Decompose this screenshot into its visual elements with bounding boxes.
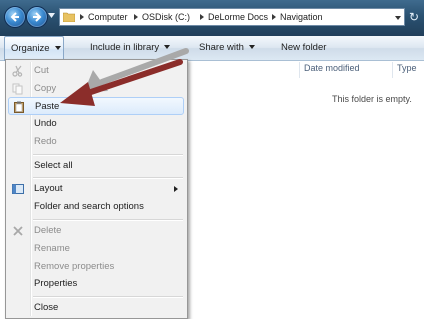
back-button[interactable] bbox=[4, 6, 26, 28]
menu-item-label: Folder and search options bbox=[34, 201, 144, 212]
breadcrumb-computer[interactable]: Computer bbox=[88, 12, 128, 22]
organize-label: Organize bbox=[11, 43, 50, 54]
include-in-library-label: Include in library bbox=[90, 42, 160, 53]
forward-arrow-icon bbox=[33, 12, 42, 22]
menu-item-close[interactable]: Close bbox=[8, 299, 184, 317]
share-with-button[interactable]: Share with bbox=[193, 36, 261, 60]
menu-item-select-all[interactable]: Select all bbox=[8, 157, 184, 175]
menu-item-label: Properties bbox=[34, 278, 78, 289]
empty-folder-message: This folder is empty. bbox=[332, 94, 412, 104]
menu-item-label: Select all bbox=[34, 160, 73, 171]
scissors-icon bbox=[12, 65, 23, 77]
menu-item-label: Delete bbox=[34, 225, 62, 236]
menu-item-delete[interactable]: Delete bbox=[8, 222, 184, 240]
menu-item-rename[interactable]: Rename bbox=[8, 240, 184, 258]
menu-item-label: Cut bbox=[34, 65, 49, 76]
menu-separator bbox=[33, 177, 183, 179]
column-header-date-modified[interactable]: Date modified bbox=[304, 63, 360, 77]
chevron-down-icon bbox=[54, 46, 61, 51]
menu-item-label: Paste bbox=[35, 101, 60, 112]
menu-item-remove-properties[interactable]: Remove properties bbox=[8, 258, 184, 276]
organize-button[interactable]: Organize bbox=[4, 36, 64, 61]
menu-item-copy[interactable]: Copy bbox=[8, 80, 184, 98]
menu-item-label: Copy bbox=[34, 83, 57, 94]
column-header-type[interactable]: Type bbox=[397, 63, 417, 77]
folder-icon bbox=[63, 12, 75, 22]
chevron-down-icon bbox=[164, 45, 171, 50]
column-separator bbox=[299, 62, 300, 78]
delete-x-icon bbox=[13, 226, 23, 236]
menu-item-paste[interactable]: Paste bbox=[8, 97, 184, 115]
back-arrow-icon bbox=[10, 12, 19, 22]
menu-item-redo[interactable]: Redo bbox=[8, 133, 184, 151]
menu-item-undo[interactable]: Undo bbox=[8, 115, 184, 133]
refresh-icon: ↻ bbox=[408, 10, 420, 24]
command-bar: Organize Include in library Share with N… bbox=[0, 36, 424, 61]
refresh-button[interactable]: ↻ bbox=[407, 9, 421, 25]
new-folder-button[interactable]: New folder bbox=[275, 36, 332, 60]
window-chrome: Computer OSDisk (C:) DeLorme Docs Naviga… bbox=[0, 0, 424, 36]
share-with-label: Share with bbox=[199, 42, 244, 53]
clipboard-icon bbox=[14, 101, 24, 113]
forward-button[interactable] bbox=[26, 6, 48, 28]
breadcrumb-separator-icon[interactable] bbox=[272, 14, 276, 20]
breadcrumb-osdisk[interactable]: OSDisk (C:) bbox=[142, 12, 190, 22]
menu-item-label: Redo bbox=[34, 136, 57, 147]
breadcrumb-separator-icon[interactable] bbox=[134, 14, 138, 20]
menu-separator bbox=[33, 219, 183, 221]
menu-separator bbox=[33, 296, 183, 298]
include-in-library-button[interactable]: Include in library bbox=[84, 36, 176, 60]
breadcrumb-separator-icon[interactable] bbox=[200, 14, 204, 20]
layout-icon bbox=[12, 184, 24, 194]
column-separator bbox=[392, 62, 393, 78]
menu-item-properties[interactable]: Properties bbox=[8, 275, 184, 293]
copy-icon bbox=[12, 83, 23, 95]
breadcrumb-delorme-docs[interactable]: DeLorme Docs bbox=[208, 12, 268, 22]
breadcrumb-separator-icon[interactable] bbox=[80, 14, 84, 20]
organize-menu: Cut Copy Paste Undo Redo Select all Layo… bbox=[5, 59, 188, 319]
menu-item-label: Close bbox=[34, 302, 59, 313]
chevron-down-icon bbox=[248, 45, 255, 50]
recent-pages-chevron-icon[interactable] bbox=[48, 13, 55, 18]
address-bar[interactable]: Computer OSDisk (C:) DeLorme Docs Naviga… bbox=[59, 8, 405, 26]
menu-item-label: Undo bbox=[34, 118, 57, 129]
menu-item-folder-and-search-options[interactable]: Folder and search options bbox=[8, 198, 184, 216]
menu-item-layout[interactable]: Layout bbox=[8, 180, 184, 198]
menu-item-label: Remove properties bbox=[34, 261, 115, 272]
new-folder-label: New folder bbox=[281, 42, 327, 53]
submenu-arrow-icon bbox=[174, 186, 178, 192]
menu-separator bbox=[33, 154, 183, 156]
menu-item-label: Rename bbox=[34, 243, 70, 254]
address-dropdown-icon[interactable] bbox=[395, 16, 401, 20]
menu-item-cut[interactable]: Cut bbox=[8, 62, 184, 80]
breadcrumb-navigation[interactable]: Navigation bbox=[280, 12, 323, 22]
menu-item-label: Layout bbox=[34, 183, 63, 194]
